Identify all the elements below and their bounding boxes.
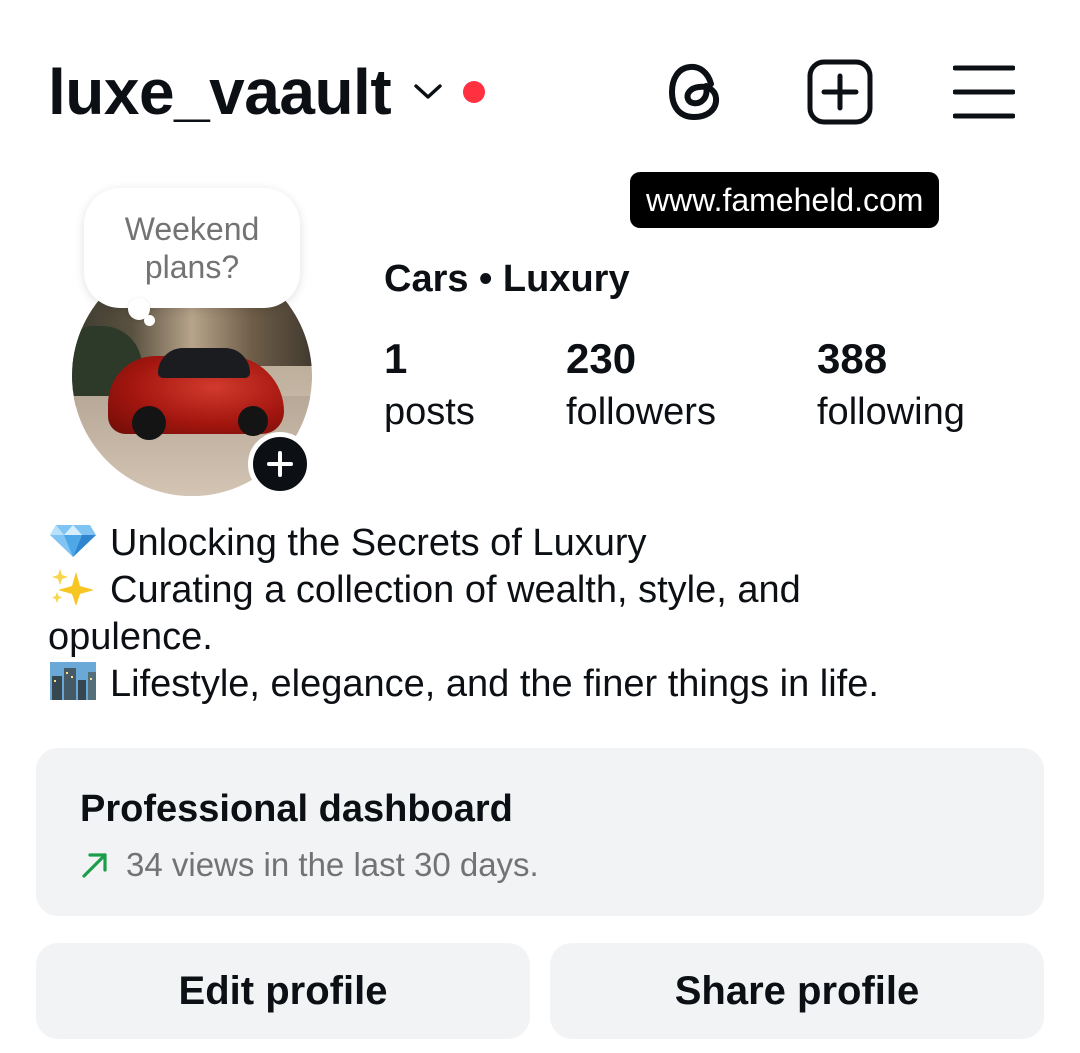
profile-page: luxe_vaault www.fameheld.com Weekend pla… bbox=[0, 0, 1080, 1053]
avatar-car-window bbox=[158, 348, 250, 378]
stat-following[interactable]: 388 following bbox=[817, 332, 965, 438]
cityscape-icon bbox=[50, 662, 96, 700]
followers-count: 230 bbox=[566, 335, 637, 382]
stat-followers[interactable]: 230 followers bbox=[566, 332, 716, 438]
posts-count: 1 bbox=[384, 335, 408, 382]
note-bubble[interactable]: Weekend plans? bbox=[84, 188, 300, 308]
profile-category: Cars • Luxury bbox=[384, 258, 630, 300]
bio-line: Curating a collection of wealth, style, … bbox=[48, 567, 1048, 614]
bio-line: Lifestyle, elegance, and the finer thing… bbox=[48, 661, 1048, 708]
trend-up-icon bbox=[82, 853, 107, 878]
note-bubble-tail bbox=[144, 315, 155, 326]
bio-line: opulence. bbox=[48, 616, 213, 658]
menu-icon[interactable] bbox=[950, 58, 1018, 126]
avatar-car-wheel bbox=[132, 406, 166, 440]
plus-icon bbox=[267, 451, 293, 477]
dashboard-title: Professional dashboard bbox=[80, 788, 513, 830]
threads-icon[interactable] bbox=[662, 58, 730, 126]
avatar-car-wheel bbox=[238, 406, 268, 436]
bio-text: Curating a collection of wealth, style, … bbox=[110, 569, 801, 611]
professional-dashboard[interactable]: Professional dashboard 34 views in the l… bbox=[36, 748, 1044, 916]
posts-label: posts bbox=[384, 391, 475, 433]
bio: Unlocking the Secrets of Luxury Curating… bbox=[48, 520, 1048, 708]
share-profile-button[interactable]: Share profile bbox=[550, 943, 1044, 1039]
following-count: 388 bbox=[817, 335, 888, 382]
dashboard-views-text: 34 views in the last 30 days. bbox=[126, 846, 539, 883]
create-icon[interactable] bbox=[806, 58, 874, 126]
add-story-button[interactable] bbox=[248, 432, 312, 496]
chevron-down-icon bbox=[414, 84, 442, 99]
edit-profile-button[interactable]: Edit profile bbox=[36, 943, 530, 1039]
sparkles-icon bbox=[52, 569, 94, 606]
stat-posts[interactable]: 1 posts bbox=[384, 332, 475, 438]
website-link[interactable]: www.fameheld.com bbox=[630, 172, 940, 228]
following-label: following bbox=[817, 391, 965, 433]
bio-text: Unlocking the Secrets of Luxury bbox=[110, 522, 647, 564]
notification-dot bbox=[463, 81, 486, 103]
bio-line: Unlocking the Secrets of Luxury bbox=[48, 520, 1048, 567]
username: luxe_vaault bbox=[48, 56, 392, 128]
gem-icon bbox=[50, 525, 96, 557]
profile-header: luxe_vaault bbox=[0, 0, 1080, 160]
bio-text: Lifestyle, elegance, and the finer thing… bbox=[110, 663, 879, 705]
followers-label: followers bbox=[566, 391, 716, 433]
dashboard-subtitle: 34 views in the last 30 days. bbox=[80, 846, 539, 884]
account-switcher[interactable]: luxe_vaault bbox=[48, 56, 486, 128]
